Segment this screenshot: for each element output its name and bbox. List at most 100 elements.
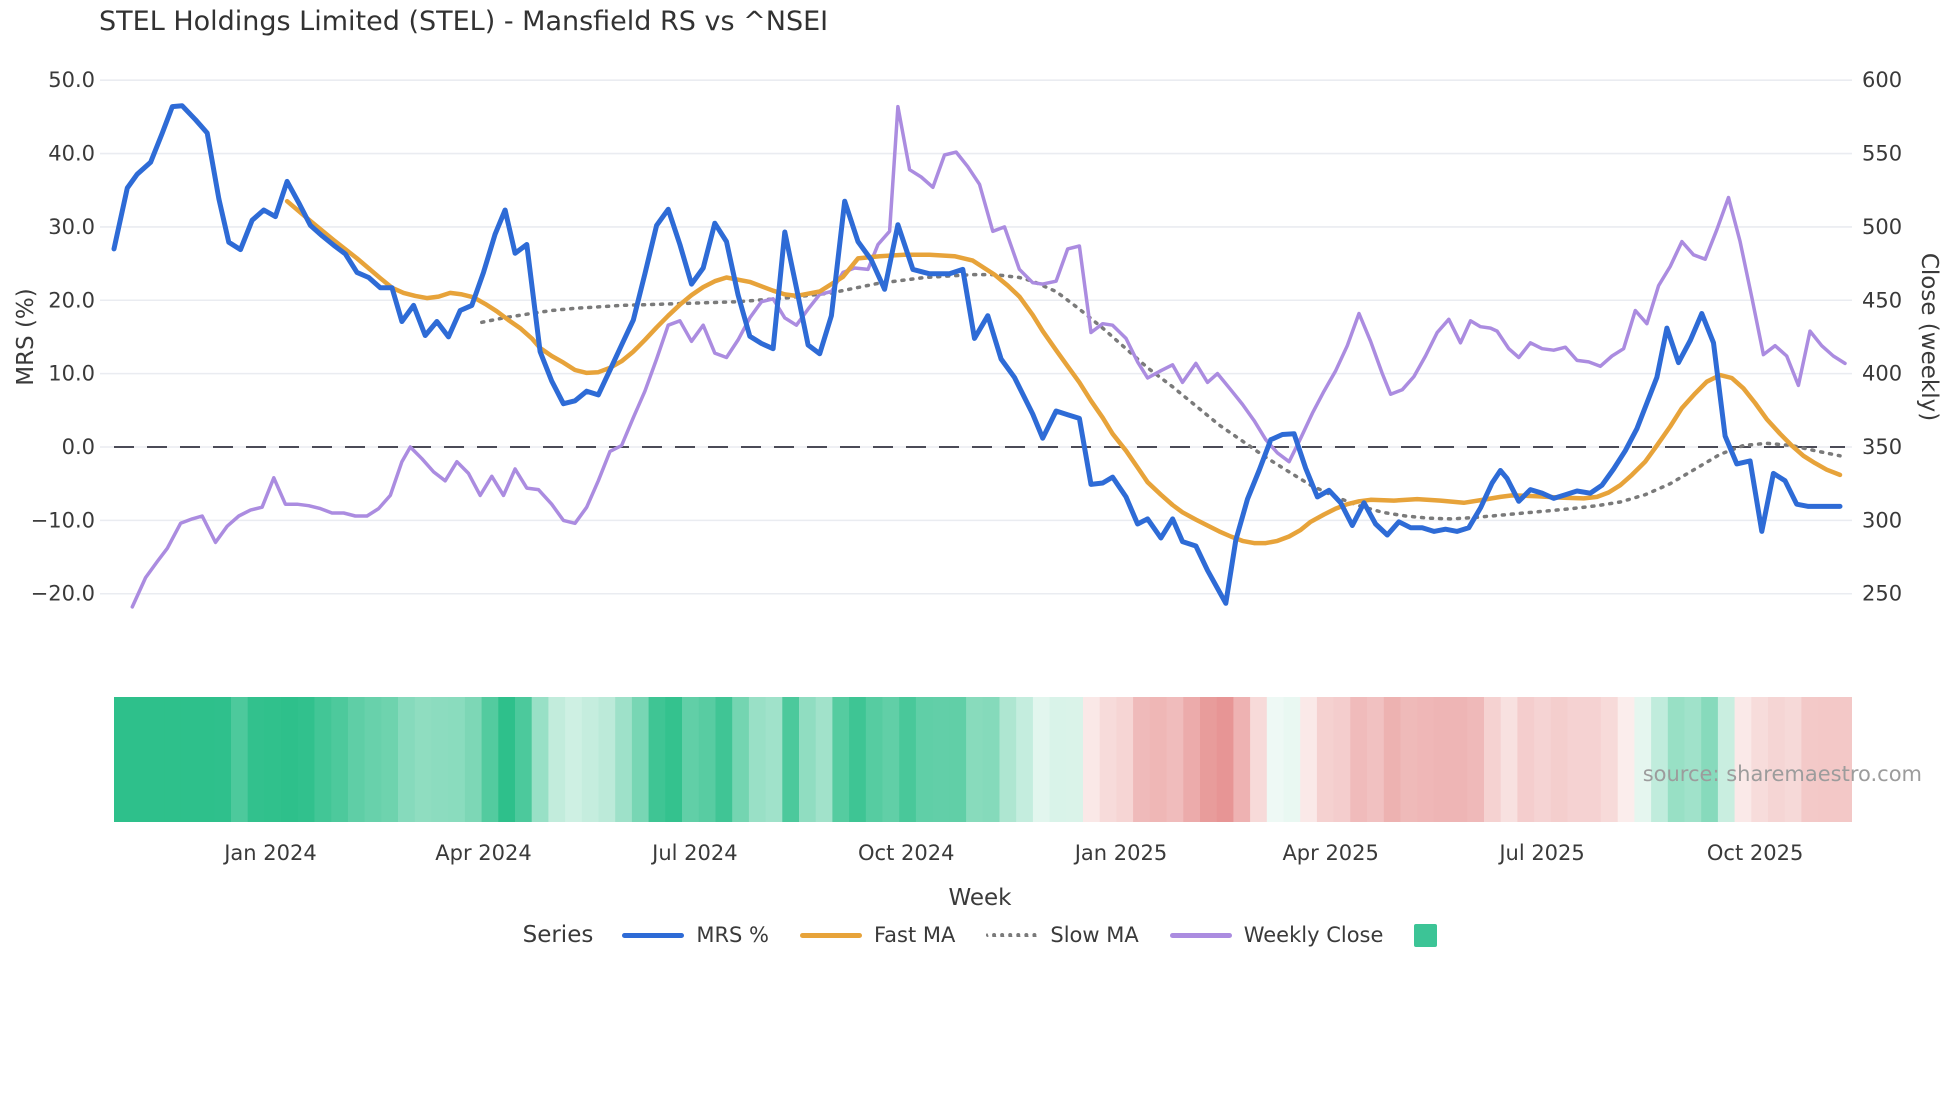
slow-ma-dotted-swatch-icon [986, 933, 1039, 937]
heat-cell [398, 697, 416, 822]
heat-cell [698, 697, 716, 822]
heat-cell [915, 697, 934, 822]
heat-cell [1450, 697, 1468, 822]
heat-cell [1600, 697, 1619, 822]
heat-cell [498, 697, 516, 822]
heat-cell [1350, 697, 1368, 822]
heat-cell [782, 697, 800, 822]
weekly-close-line-swatch-icon [1169, 932, 1232, 938]
heat-cell [247, 697, 265, 822]
heat-cell [682, 697, 700, 822]
heat-cell [1500, 697, 1518, 822]
legend-item-label: Slow MA [1050, 923, 1139, 947]
heat-cell [1517, 697, 1535, 822]
heat-cell [1316, 697, 1335, 822]
heat-cell [1634, 697, 1652, 822]
heat-cell [281, 697, 299, 822]
x-tick-label: Jul 2025 [1497, 841, 1584, 865]
x-tick-label: Jul 2024 [650, 841, 737, 865]
x-axis-title: Week [948, 885, 1012, 911]
heat-cell [1099, 697, 1117, 822]
heat-cell [982, 697, 1000, 822]
y-right-tick-label: 600 [1862, 68, 1902, 92]
heat-cell [180, 697, 198, 822]
x-tick-label: Apr 2024 [435, 841, 531, 865]
heat-cell [1116, 697, 1134, 822]
chart-page: STEL Holdings Limited (STEL) - Mansfield… [0, 0, 1960, 1102]
y-right-tick-label: 350 [1862, 435, 1902, 459]
heat-cell [765, 697, 783, 822]
y-right-tick-label: 300 [1862, 508, 1902, 532]
heat-cell [949, 697, 967, 822]
heat-cell [1183, 697, 1201, 822]
mrs-line-swatch-icon [622, 932, 685, 938]
heat-cell [214, 697, 232, 822]
heat-cell [1300, 697, 1318, 822]
heat-cell [164, 697, 182, 822]
heat-cell [648, 697, 666, 822]
heat-strip-swatch-icon [1414, 923, 1438, 947]
heat-cell [715, 697, 733, 822]
y-left-tick-label: −20.0 [31, 582, 95, 606]
y-left-tick-label: 40.0 [48, 142, 95, 166]
heat-cell [1717, 697, 1736, 822]
heat-cell [565, 697, 583, 822]
heat-cell [548, 697, 566, 822]
heat-cell [1216, 697, 1234, 822]
heat-cell [197, 697, 215, 822]
heat-cell [799, 697, 817, 822]
heat-cell [1266, 697, 1284, 822]
legend-item-mrs: MRS % [622, 923, 769, 947]
heat-cell [1550, 697, 1568, 822]
heat-cell [381, 697, 399, 822]
heat-cell [481, 697, 499, 822]
heat-cell [515, 697, 533, 822]
y-left-tick-label: 20.0 [48, 288, 95, 312]
heat-cell [1651, 697, 1669, 822]
heat-cell [1751, 697, 1769, 822]
heat-cell [1467, 697, 1485, 822]
heat-cell [531, 697, 549, 822]
heat-cell [849, 697, 867, 822]
legend-item-weekly-close: Weekly Close [1169, 923, 1383, 947]
heat-cell [966, 697, 984, 822]
legend-item-label: Fast MA [874, 923, 956, 947]
heat-cell [615, 697, 633, 822]
heat-cell [231, 697, 249, 822]
heat-cell [1734, 697, 1752, 822]
y-axis-left-title: MRS (%) [13, 288, 39, 386]
heat-cell [1133, 697, 1151, 822]
heat-cell [1233, 697, 1251, 822]
heat-cell [865, 697, 883, 822]
y-left-tick-label: −10.0 [31, 508, 95, 532]
y-right-tick-label: 500 [1862, 215, 1902, 239]
heat-cell [1801, 697, 1819, 822]
heat-cell [464, 697, 483, 822]
heat-cell [1333, 697, 1351, 822]
heat-cell [882, 697, 900, 822]
heat-cell [1032, 697, 1051, 822]
heat-cell [314, 697, 332, 822]
heat-cell [264, 697, 282, 822]
heat-cell [598, 697, 616, 822]
heat-cell [1049, 697, 1067, 822]
y-left-tick-label: 30.0 [48, 215, 95, 239]
heat-cell [147, 697, 165, 822]
heat-cell [448, 697, 466, 822]
heat-cell [114, 697, 132, 822]
source-credit: source: sharemaestro.com [1642, 762, 1922, 786]
y-right-tick-label: 250 [1862, 582, 1902, 606]
x-tick-label: Jan 2024 [222, 841, 317, 865]
y-left-tick-label: 50.0 [48, 68, 95, 92]
heat-cell [1417, 697, 1435, 822]
heat-cell [431, 697, 449, 822]
heat-cell [1684, 697, 1702, 822]
x-tick-label: Oct 2024 [858, 841, 954, 865]
heat-cell [1166, 697, 1184, 822]
x-tick-label: Jan 2025 [1073, 841, 1168, 865]
legend: Series MRS % Fast MA Slow MA Weekly Clos… [0, 922, 1960, 948]
heat-cell [1534, 697, 1552, 822]
heat-cell [1617, 697, 1635, 822]
heat-cell [364, 697, 382, 822]
heat-cell [1200, 697, 1218, 822]
